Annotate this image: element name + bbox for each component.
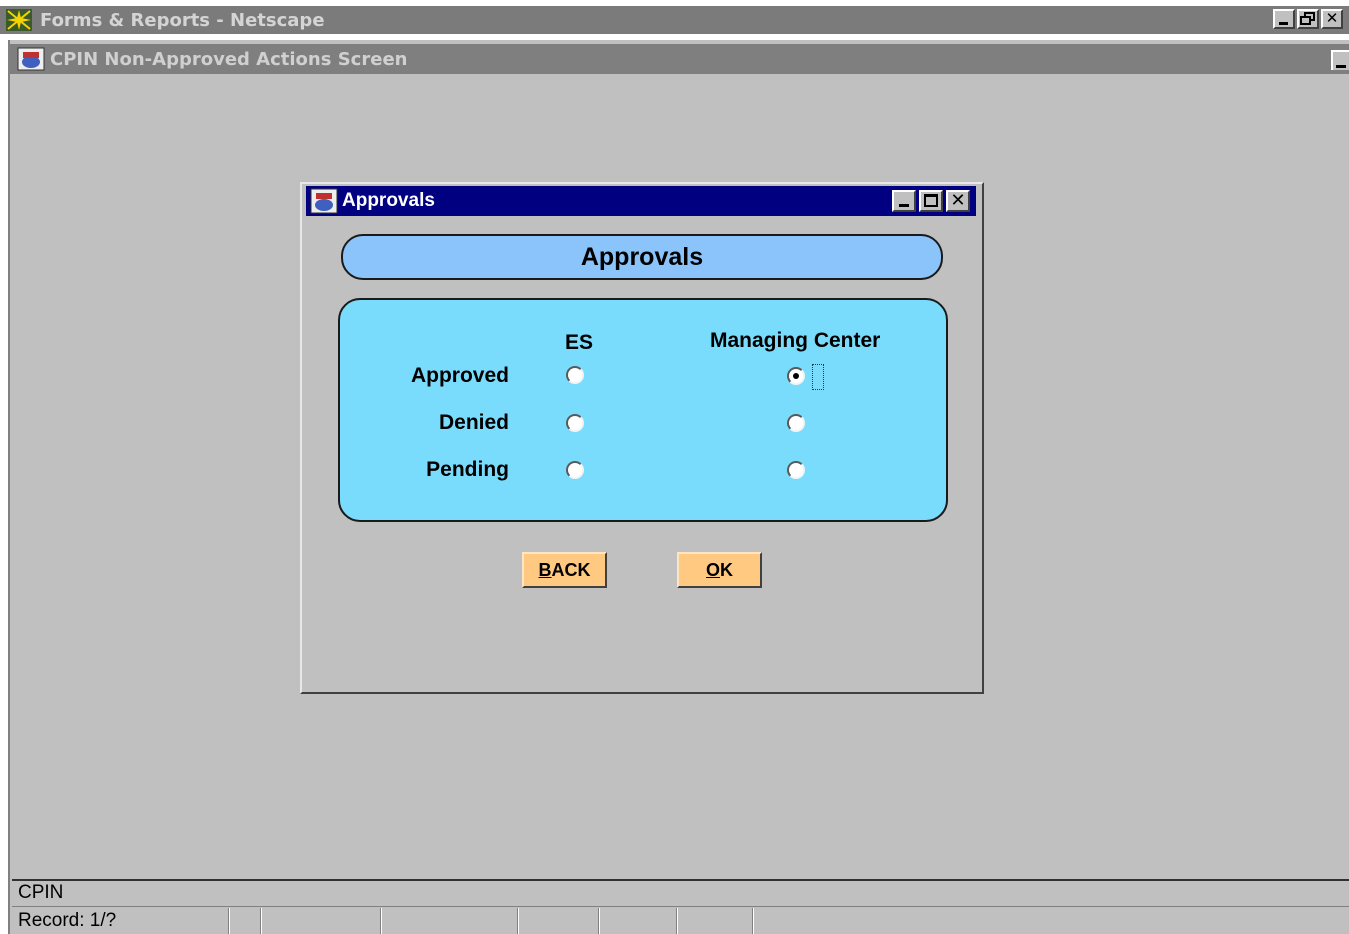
browser-minimize-button[interactable] [1273,9,1295,29]
status-record: Record: 1/? [18,910,117,931]
browser-title-bar: Forms & Reports - Netscape ✕ [0,6,1349,34]
back-button-hotkey: B [538,559,552,580]
status-cell-divider [598,908,600,934]
status-cell-divider [517,908,519,934]
status-divider [12,879,1349,881]
column-header-managing-center: Managing Center [710,329,881,352]
radio-es-denied[interactable] [566,414,584,432]
radio-managing-center-pending[interactable] [787,461,805,479]
back-button[interactable]: B ACK [522,552,607,588]
dialog-maximize-button[interactable] [919,190,943,212]
netscape-icon [4,7,34,33]
status-cell-divider [676,908,678,934]
browser-title: Forms & Reports - Netscape [40,9,325,31]
ok-button-label: K [720,559,733,580]
radio-es-approved[interactable] [566,366,584,384]
status-cell-divider [260,908,262,934]
row-label-denied: Denied [438,411,509,434]
back-button-label: ACK [551,559,591,580]
browser-close-button[interactable]: ✕ [1321,9,1343,29]
screen-minimize-button[interactable] [1331,50,1349,70]
status-cell-divider [228,908,230,934]
ok-button[interactable]: OK [677,552,762,588]
column-header-es: ES [565,331,594,354]
forms-cup-icon [16,46,46,72]
forms-cup-icon [310,188,338,214]
screen-title: CPIN Non-Approved Actions Screen [50,48,408,70]
status-cell-divider [380,908,382,934]
dialog-minimize-button[interactable] [892,190,916,212]
status-cell-divider [752,908,754,934]
radio-es-pending[interactable] [566,461,584,479]
status-separator [12,906,1349,907]
approvals-header: Approvals [341,234,943,280]
dialog-title: Approvals [342,190,435,211]
dialog-close-button[interactable]: ✕ [946,190,970,212]
dialog-title-bar: Approvals ✕ [306,186,976,216]
status-app-name: CPIN [18,882,64,903]
browser-restore-button[interactable] [1297,9,1319,29]
row-label-approved: Approved [410,364,509,387]
radio-managing-center-approved[interactable] [787,367,805,385]
ok-button-hotkey: O [705,559,720,580]
row-label-pending: Pending [426,458,509,481]
screen-title-bar: CPIN Non-Approved Actions Screen [10,44,1349,74]
radio-managing-center-denied[interactable] [787,414,805,432]
focus-indicator [812,364,824,390]
